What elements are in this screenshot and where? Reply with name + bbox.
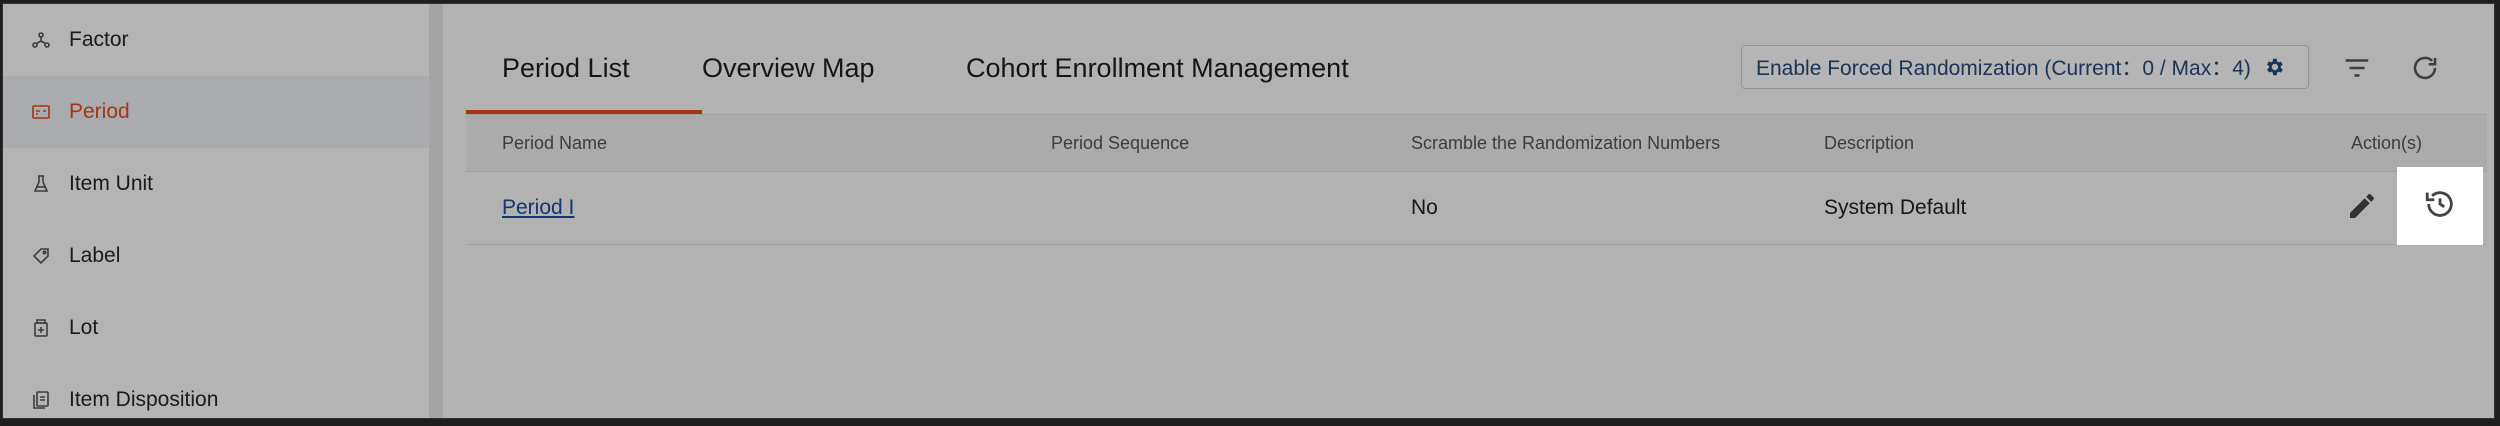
sidebar-item-label: Label <box>69 244 121 267</box>
lot-icon <box>31 318 51 338</box>
scramble-cell: No <box>1411 196 1438 219</box>
column-header-period-sequence: Period Sequence <box>1051 132 1190 153</box>
column-header-actions: Action(s) <box>2351 132 2423 153</box>
description-cell: System Default <box>1824 196 1967 219</box>
sidebar-item-lot[interactable]: Lot <box>3 292 429 364</box>
pencil-icon <box>2346 190 2378 227</box>
history-icon <box>2423 187 2457 226</box>
flask-icon <box>31 174 51 194</box>
sidebar-item-label[interactable]: Label <box>3 220 429 292</box>
sidebar-item-label: Lot <box>69 316 99 339</box>
period-name-cell: Period I <box>502 172 574 244</box>
tab-label: Cohort Enrollment Management <box>966 52 1349 83</box>
tab-label: Overview Map <box>702 52 875 83</box>
column-header-scramble: Scramble the Randomization Numbers <box>1411 132 1721 153</box>
tab-cohort-enrollment-management[interactable]: Cohort Enrollment Management <box>966 24 1349 112</box>
sidebar-scrollbar[interactable] <box>429 4 443 418</box>
tag-icon <box>31 246 51 266</box>
main-panel: Period List Overview Map Cohort Enrollme… <box>443 4 2494 418</box>
period-icon <box>31 102 51 122</box>
forced-randomization-label: Enable Forced Randomization (Current：0 /… <box>1756 57 2251 80</box>
tab-period-list[interactable]: Period List <box>466 24 702 114</box>
sidebar-item-item-unit[interactable]: Item Unit <box>3 148 429 220</box>
factor-icon <box>31 30 51 50</box>
edit-button[interactable] <box>2326 172 2398 244</box>
app-window: Factor Period Item Unit Label Lot Item D… <box>2 3 2495 419</box>
gear-icon <box>2263 56 2285 78</box>
sidebar-item-label: Item Disposition <box>69 388 219 411</box>
column-header-period-name: Period Name <box>502 132 608 153</box>
sidebar-item-factor[interactable]: Factor <box>3 4 429 76</box>
enable-forced-randomization-button[interactable]: Enable Forced Randomization (Current：0 /… <box>1741 45 2309 89</box>
sidebar-item-label: Period <box>69 100 130 123</box>
document-icon <box>31 390 51 410</box>
sidebar-item-label: Item Unit <box>69 172 154 195</box>
sidebar-item-label: Factor <box>69 28 129 51</box>
tab-overview-map[interactable]: Overview Map <box>702 24 875 112</box>
sidebar-item-period[interactable]: Period <box>3 76 429 148</box>
period-name-link[interactable]: Period I <box>502 196 574 220</box>
column-header-description: Description <box>1824 132 1915 153</box>
history-button[interactable] <box>2397 167 2483 245</box>
table-header: Period Name Period Sequence Scramble the… <box>466 114 2487 172</box>
period-table: Period Name Period Sequence Scramble the… <box>466 114 2487 245</box>
filter-icon[interactable] <box>2341 52 2373 84</box>
refresh-icon[interactable] <box>2409 52 2441 84</box>
table-row: Period I No System Default <box>466 172 2487 245</box>
tab-label: Period List <box>502 52 630 83</box>
sidebar: Factor Period Item Unit Label Lot Item D… <box>3 4 429 418</box>
sidebar-item-item-disposition[interactable]: Item Disposition <box>3 364 429 418</box>
